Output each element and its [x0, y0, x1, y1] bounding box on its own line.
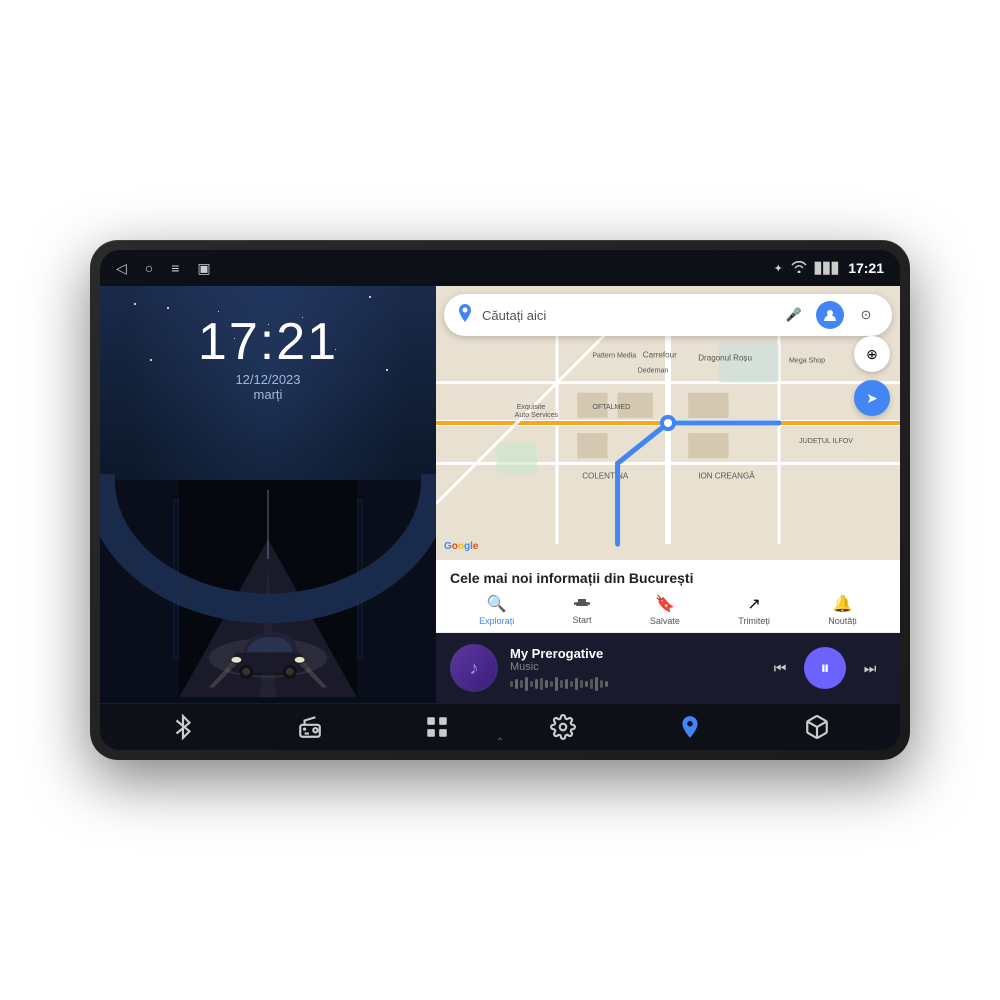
status-icons: ✦ ▊▊▊ 17:21 [774, 260, 884, 276]
tab-share[interactable]: ↗ Trimiteți [738, 594, 770, 626]
explore-icon: 🔍 [487, 594, 507, 614]
voice-search-button[interactable]: 🎤 [780, 301, 808, 329]
explore-label: Explorați [479, 616, 514, 626]
svg-text:Dedeman: Dedeman [638, 368, 669, 375]
bluetooth-status-icon: ✦ [774, 262, 783, 275]
nav-google-maps[interactable] [677, 714, 703, 740]
nav-settings[interactable] [550, 714, 576, 740]
music-player: ♪ My Prerogative Music [436, 633, 900, 703]
svg-text:ION CREANGĂ: ION CREANGĂ [698, 471, 755, 480]
svg-text:Dragonul Roșu: Dragonul Roșu [698, 353, 752, 362]
swipe-up-indicator: ⌃ [496, 737, 504, 748]
map-layer-button[interactable]: ⊕ [854, 336, 890, 372]
nav-extra[interactable] [804, 714, 830, 740]
nav-radio[interactable] [297, 714, 323, 740]
album-art-inner: ♪ [452, 646, 496, 690]
start-label: Start [573, 615, 592, 625]
tab-news[interactable]: 🔔 Noutăți [828, 594, 857, 626]
tab-saved[interactable]: 🔖 Salvate [650, 594, 680, 626]
back-icon[interactable]: ◁ [116, 260, 127, 277]
news-label: Noutăți [828, 616, 857, 626]
google-logo: Google [444, 541, 478, 552]
clock-time: 17:21 [198, 316, 338, 368]
share-label: Trimiteți [738, 616, 770, 626]
prev-button[interactable]: ⏮ [764, 652, 796, 684]
bottom-nav: ⌃ [100, 703, 900, 750]
search-actions: 🎤 ⊙ [780, 301, 880, 329]
tab-explore[interactable]: 🔍 Explorați [479, 594, 514, 626]
music-note-icon: ♪ [470, 658, 479, 679]
song-title: My Prerogative [510, 646, 752, 661]
share-icon: ↗ [747, 594, 760, 614]
menu-icon[interactable]: ≡ [171, 260, 179, 276]
clock-section: 17:21 12/12/2023 marți [198, 316, 338, 402]
status-bar: ◁ ○ ≡ ▣ ✦ ▊▊▊ 17:21 [100, 250, 900, 286]
saved-icon: 🔖 [655, 594, 675, 614]
car-tunnel-section [100, 474, 436, 703]
svg-text:Pattern Media: Pattern Media [592, 352, 636, 359]
main-content: 17:21 12/12/2023 marți [100, 286, 900, 703]
more-options-button[interactable]: ⊙ [852, 301, 880, 329]
waveform [510, 677, 752, 691]
google-maps-logo-small [456, 304, 474, 327]
home-icon[interactable]: ○ [145, 260, 153, 276]
svg-text:Auto Services: Auto Services [515, 412, 559, 419]
next-button[interactable]: ⏭ [854, 652, 886, 684]
signal-icon: ▊▊▊ [815, 262, 840, 275]
map-search-bar[interactable]: Căutați aici 🎤 ⊙ [444, 294, 892, 336]
left-panel: 17:21 12/12/2023 marți [100, 286, 436, 703]
device: ◁ ○ ≡ ▣ ✦ ▊▊▊ 17:21 [90, 240, 910, 760]
saved-label: Salvate [650, 616, 680, 626]
tab-start[interactable]: Start [573, 594, 592, 626]
device-screen: ◁ ○ ≡ ▣ ✦ ▊▊▊ 17:21 [100, 250, 900, 750]
svg-text:Exquisite: Exquisite [517, 404, 546, 411]
profile-button[interactable] [816, 301, 844, 329]
start-icon [574, 594, 590, 613]
svg-text:Carrefour: Carrefour [643, 350, 677, 359]
play-pause-button[interactable]: ⏸ [804, 647, 846, 689]
svg-text:JUDEȚUL ILFOV: JUDEȚUL ILFOV [799, 438, 853, 445]
map-nav-tabs: 🔍 Explorați Start 🔖 Salvate [450, 594, 886, 626]
nav-icons: ◁ ○ ≡ ▣ [116, 260, 211, 277]
map-info-banner: Cele mai noi informații din București 🔍 … [436, 560, 900, 633]
wifi-icon [791, 261, 807, 276]
map-section[interactable]: Dragonul Roșu OFTALMED COLENTINA ION CRE… [436, 286, 900, 560]
map-info-title: Cele mai noi informații din București [450, 570, 886, 586]
news-icon: 🔔 [833, 594, 853, 614]
status-time: 17:21 [848, 260, 884, 276]
right-panel: Dragonul Roșu OFTALMED COLENTINA ION CRE… [436, 286, 900, 703]
nav-apps[interactable] [424, 714, 450, 740]
album-art: ♪ [450, 644, 498, 692]
search-placeholder[interactable]: Căutați aici [482, 308, 780, 323]
music-info: My Prerogative Music [510, 646, 752, 691]
screenshot-icon[interactable]: ▣ [197, 260, 210, 277]
clock-date: 12/12/2023 [198, 372, 338, 387]
nav-bluetooth[interactable] [170, 714, 196, 740]
map-float-buttons: ⊕ ➤ [854, 336, 890, 416]
svg-text:COLENTINA: COLENTINA [582, 471, 629, 480]
svg-text:Mega Shop: Mega Shop [789, 357, 825, 364]
clock-day: marți [198, 387, 338, 402]
music-controls: ⏮ ⏸ ⏭ [764, 647, 886, 689]
svg-text:OFTALMED: OFTALMED [592, 404, 630, 411]
navigate-button[interactable]: ➤ [854, 380, 890, 416]
song-subtitle: Music [510, 661, 752, 673]
